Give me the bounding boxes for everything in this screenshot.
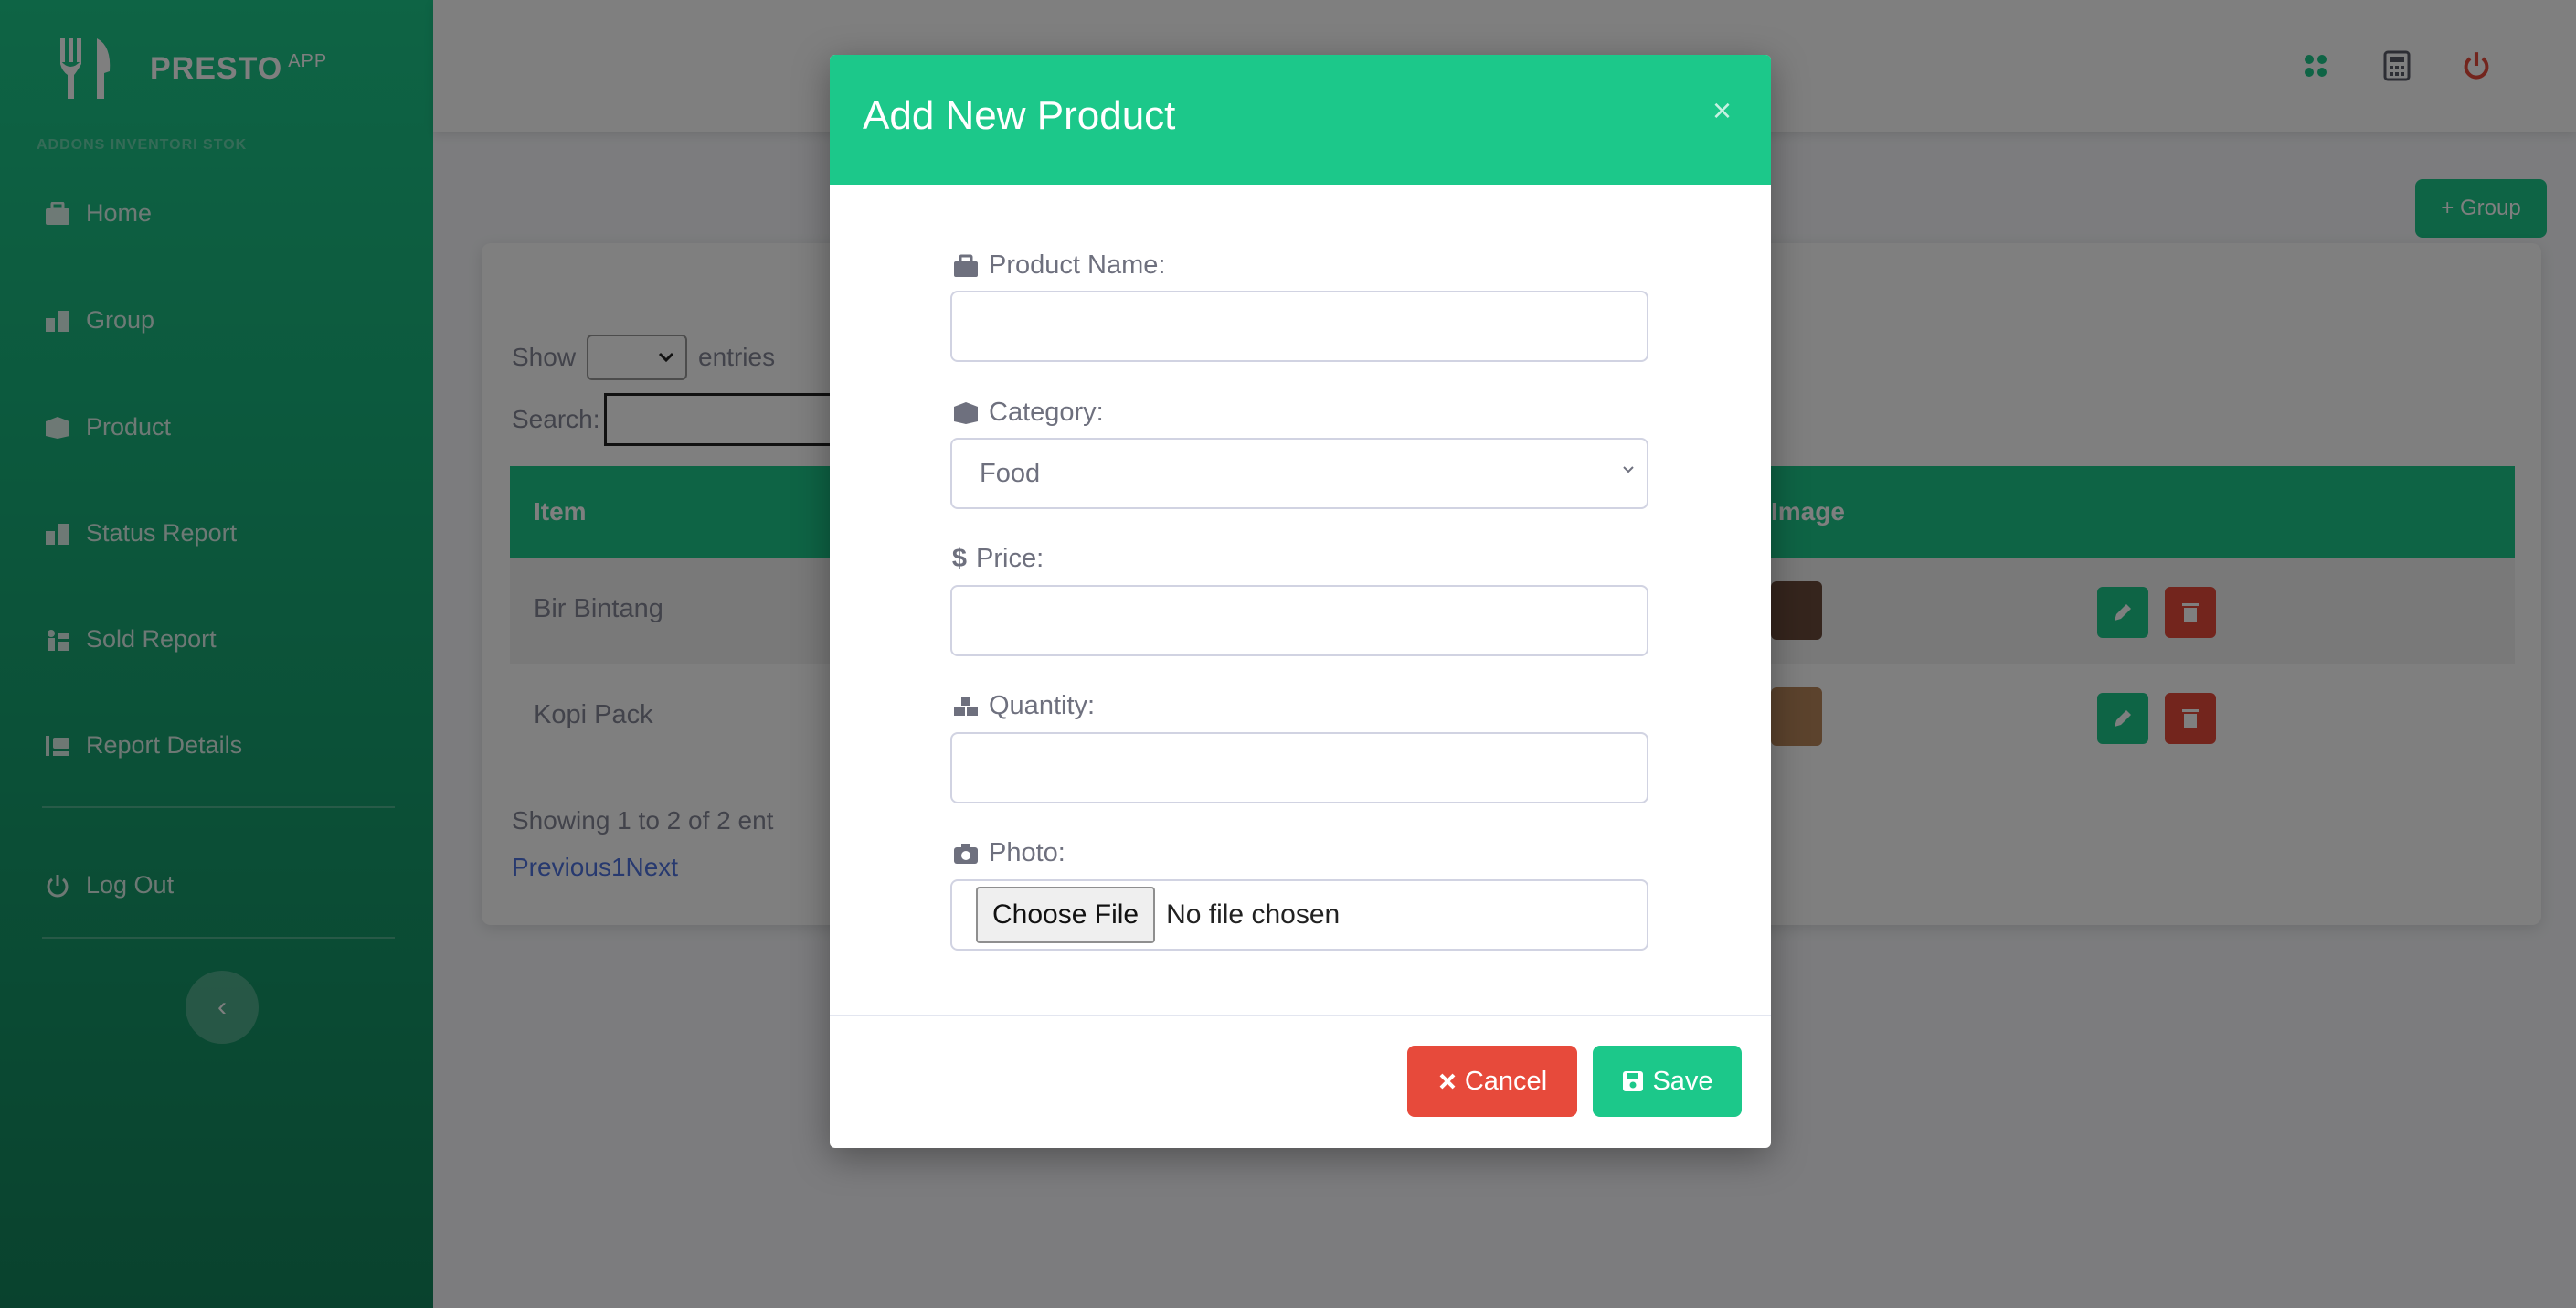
modal-footer-divider — [830, 1015, 1771, 1016]
category-select[interactable]: Food — [950, 438, 1648, 509]
price-input[interactable] — [950, 585, 1648, 656]
price-label: $ Price: — [951, 544, 1044, 573]
quantity-input[interactable] — [950, 732, 1648, 803]
save-icon — [1621, 1069, 1645, 1093]
category-selected-value: Food — [980, 458, 1041, 488]
modal-header: Add New Product × — [830, 55, 1771, 185]
chevron-down-icon — [1623, 466, 1634, 473]
modal-title: Add New Product — [863, 93, 1176, 138]
box-icon — [950, 252, 981, 280]
dollar-icon: $ — [951, 544, 968, 573]
choose-file-button[interactable]: Choose File — [976, 887, 1156, 943]
file-status: No file chosen — [1166, 899, 1341, 930]
photo-file-input[interactable]: Choose File No file chosen — [950, 879, 1648, 951]
photo-label: Photo: — [950, 838, 1065, 868]
close-icon[interactable]: × — [1712, 91, 1732, 130]
product-name-input[interactable] — [950, 291, 1648, 362]
product-name-label: Product Name: — [950, 250, 1165, 281]
category-label: Category: — [950, 398, 1104, 428]
quantity-label: Quantity: — [950, 691, 1095, 721]
save-button[interactable]: Save — [1593, 1046, 1742, 1117]
camera-icon — [950, 840, 981, 867]
add-product-modal: Add New Product × Product Name: Category… — [830, 55, 1771, 1148]
cancel-button[interactable]: Cancel — [1407, 1046, 1577, 1117]
pallet-boxes-icon — [950, 693, 981, 720]
boxes-icon — [950, 399, 981, 427]
close-icon — [1437, 1071, 1458, 1091]
